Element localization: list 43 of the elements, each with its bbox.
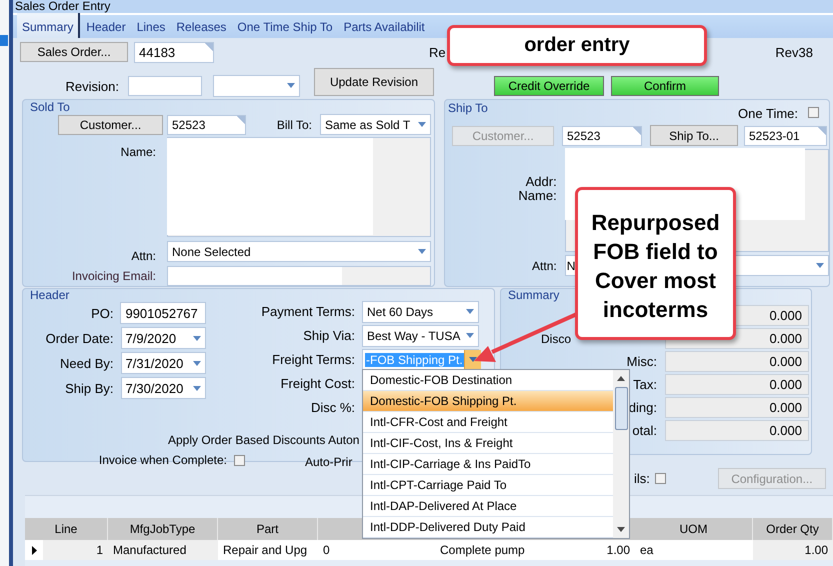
field-label: Ship By: xyxy=(64,380,114,396)
field-label: ils: xyxy=(634,471,650,486)
field-label: ding: xyxy=(628,400,657,415)
panel-title: Sold To xyxy=(30,100,71,114)
field-label: Auto-Prir xyxy=(305,455,352,469)
field-label: Freight Cost: xyxy=(280,376,356,391)
field-label: Invoice when Complete: xyxy=(98,453,228,467)
apply-discounts-label: Apply Order Based Discounts Auton xyxy=(168,433,360,447)
amount-field: 0.000 xyxy=(665,420,809,441)
field-label: otal: xyxy=(632,423,657,438)
amount-field: 0.000 xyxy=(665,397,809,418)
callout-tooltip: Repurposed FOB field to Cover most incoterms xyxy=(575,187,736,340)
callout-tooltip: order entry xyxy=(447,25,707,66)
revision-tag: Rev38 xyxy=(775,44,813,60)
table-cell: 1 xyxy=(43,540,108,560)
field-label: Attn: xyxy=(531,258,558,272)
field-label: Tax: xyxy=(633,377,657,392)
field-label: Ship Via: xyxy=(302,328,356,343)
panel-title: Ship To xyxy=(448,101,488,115)
table-cell: Manufactured xyxy=(108,540,218,560)
field-label: Payment Terms: xyxy=(260,304,356,319)
field-label: PO: xyxy=(90,306,114,320)
field-label: Attn: xyxy=(130,248,157,262)
panel-title: Header xyxy=(30,289,70,302)
panel-title: Summary xyxy=(507,289,560,304)
field-label: Need By: xyxy=(59,356,114,370)
status-label: Re xyxy=(429,44,446,60)
field-label: Order Date: xyxy=(44,330,114,346)
field-label: Disco xyxy=(541,332,572,346)
amount-field: 0.000 xyxy=(665,374,809,395)
field-label: Name: xyxy=(518,189,557,203)
table-cell: 1.00 xyxy=(753,540,833,560)
field-label: Addr: xyxy=(526,175,557,189)
field-label: Bill To: xyxy=(276,118,312,132)
field-label: Name: xyxy=(120,145,157,159)
window-title: Sales Order Entry xyxy=(13,0,833,13)
field-label: One Time: xyxy=(738,106,798,121)
field-label: Misc: xyxy=(626,354,657,369)
field-label: Disc %: xyxy=(310,400,356,415)
amount-field: 0.000 xyxy=(665,351,809,372)
field-label: Invoicing Email: xyxy=(70,268,157,282)
field-label: Freight Terms: xyxy=(271,352,356,367)
field-label: Revision: xyxy=(64,79,119,94)
